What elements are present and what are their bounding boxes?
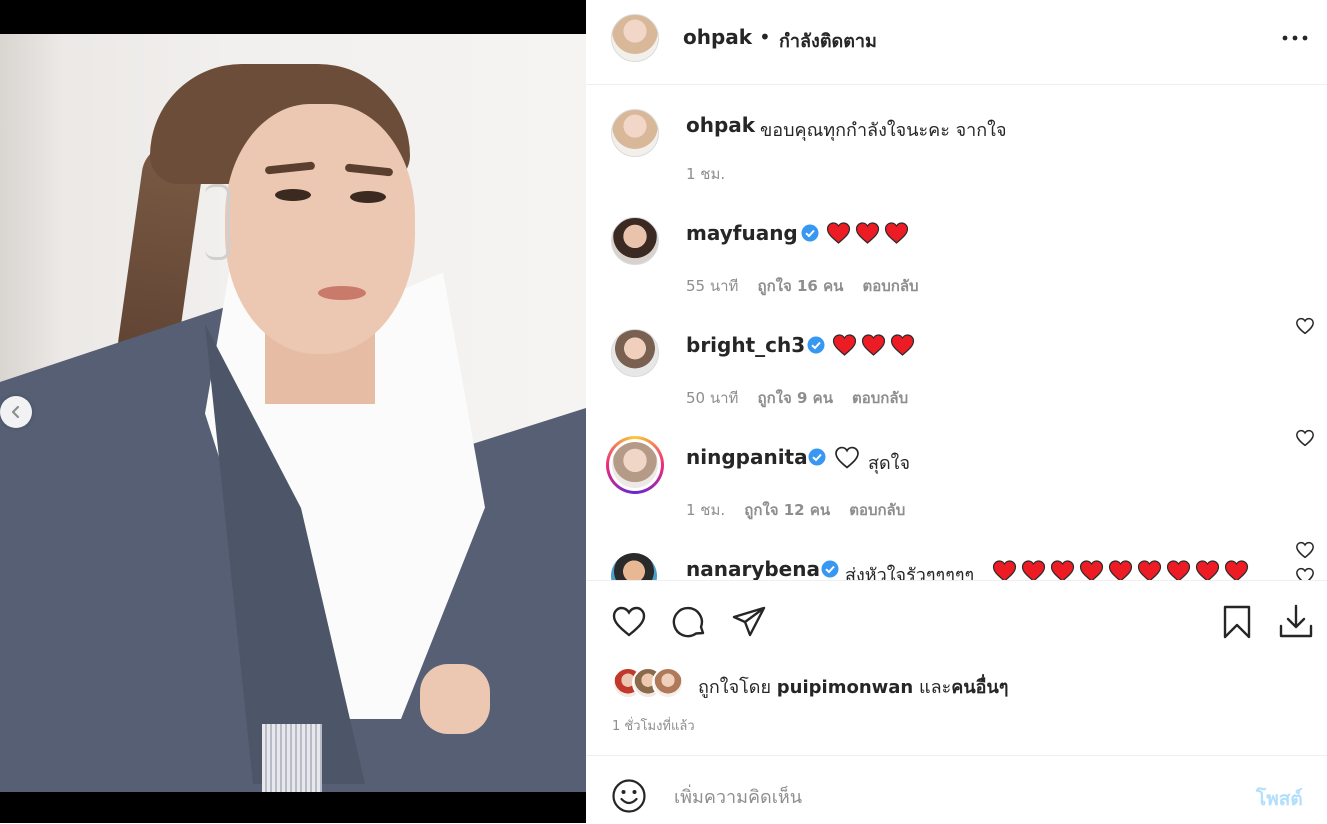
heart-icon[interactable] <box>610 603 648 641</box>
liked-by-avatars[interactable] <box>612 667 692 699</box>
red-heart-icon <box>1050 560 1075 580</box>
red-heart-icon <box>861 334 886 356</box>
liked-by-prefix: ถูกใจโดย <box>698 677 772 698</box>
comment-username[interactable]: ningpanita <box>686 445 808 469</box>
comment-avatar-story[interactable] <box>606 436 664 494</box>
heart-icon[interactable] <box>1295 429 1315 447</box>
comment-input[interactable] <box>672 780 1236 814</box>
comment-meta: 1 ชม. ถูกใจ 12 คน ตอบกลับ <box>686 498 905 522</box>
comment-list[interactable]: ohpak ขอบคุณทุกกำลังใจนะคะ จากใจ 1 ชม. m… <box>586 85 1327 580</box>
liked-by-joiner: และ <box>918 677 952 698</box>
heart-icon[interactable] <box>1295 541 1315 559</box>
red-heart-icon <box>1166 560 1191 580</box>
comment-reply-button[interactable]: ตอบกลับ <box>849 501 905 519</box>
follow-status[interactable]: กำลังติดตาม <box>779 26 877 55</box>
download-icon[interactable] <box>1277 603 1315 641</box>
comment-meta: 55 นาที ถูกใจ 16 คน ตอบกลับ <box>686 274 919 298</box>
comment-text: สุดใจ <box>868 453 911 474</box>
red-heart-icon <box>1079 560 1104 580</box>
post-time[interactable]: 1 ชั่วโมงที่แล้ว <box>612 715 695 736</box>
red-heart-icon <box>1224 560 1249 580</box>
red-heart-icon <box>1021 560 1046 580</box>
author-avatar[interactable] <box>611 14 659 62</box>
comment-text: ส่งหัวใจรัวๆๆๆๆๆ <box>845 565 975 580</box>
red-heart-icon <box>1137 560 1162 580</box>
bookmark-icon[interactable] <box>1218 603 1256 641</box>
more-icon[interactable] <box>1281 28 1309 48</box>
liked-by-user[interactable]: puipimonwan <box>777 677 913 698</box>
post-comment-button[interactable]: โพสต์ <box>1256 784 1303 814</box>
comment-time: 50 นาที <box>686 389 739 407</box>
comment-hearts <box>832 334 915 356</box>
header-separator: • <box>759 25 771 49</box>
red-heart-icon <box>884 222 909 244</box>
post-actions: ถูกใจโดย puipimonwan และคนอื่นๆ 1 ชั่วโม… <box>586 580 1327 756</box>
chevron-left-icon <box>11 405 20 419</box>
caption-time: 1 ชม. <box>686 165 726 183</box>
comment-likes[interactable]: ถูกใจ 16 คน <box>758 277 844 295</box>
liked-by-others[interactable]: คนอื่นๆ <box>951 677 1008 698</box>
comment-reply-button[interactable]: ตอบกลับ <box>852 389 908 407</box>
comment-username[interactable]: mayfuang <box>686 221 798 245</box>
liked-by-text: ถูกใจโดย puipimonwan และคนอื่นๆ <box>698 672 1008 701</box>
post-media <box>0 0 586 823</box>
post-photo <box>0 34 586 792</box>
post-header: ohpak • กำลังติดตาม <box>586 0 1327 85</box>
comment-hearts <box>992 560 1249 580</box>
emoji-icon[interactable] <box>611 778 647 814</box>
heart-icon[interactable] <box>1295 317 1315 335</box>
red-heart-icon <box>992 560 1017 580</box>
comment-reply-button[interactable]: ตอบกลับ <box>862 277 918 295</box>
red-heart-icon <box>855 222 880 244</box>
comment-username[interactable]: bright_ch3 <box>686 333 805 357</box>
verified-icon <box>808 448 826 466</box>
comment-time: 55 นาที <box>686 277 739 295</box>
post-sidebar: ohpak • กำลังติดตาม ohpak ขอบคุณทุกกำลัง… <box>586 0 1327 823</box>
verified-icon <box>801 224 819 242</box>
comment-avatar[interactable] <box>611 553 657 580</box>
comment-avatar[interactable] <box>611 329 659 377</box>
caption-text: ขอบคุณทุกกำลังใจนะคะ จากใจ <box>760 120 1007 141</box>
comment-composer: โพสต์ <box>586 755 1327 824</box>
heart-icon[interactable] <box>1295 567 1315 580</box>
share-icon[interactable] <box>730 603 768 641</box>
liked-avatar <box>652 667 684 699</box>
red-heart-icon <box>1195 560 1220 580</box>
caption-username[interactable]: ohpak <box>686 113 755 137</box>
verified-icon <box>821 560 839 578</box>
red-heart-icon <box>826 222 851 244</box>
comment-username[interactable]: nanarybena <box>686 557 820 580</box>
carousel-prev-button[interactable] <box>0 396 32 428</box>
comment-avatar[interactable] <box>611 217 659 265</box>
comment-hearts <box>826 222 909 244</box>
author-username[interactable]: ohpak <box>683 25 752 49</box>
red-heart-icon <box>832 334 857 356</box>
red-heart-icon <box>890 334 915 356</box>
comment-likes[interactable]: ถูกใจ 9 คน <box>758 389 833 407</box>
red-heart-icon <box>1108 560 1133 580</box>
white-heart-icon <box>835 446 859 469</box>
comment-icon[interactable] <box>670 603 708 641</box>
comment-time: 1 ชม. <box>686 501 726 519</box>
comment-meta: 50 นาที ถูกใจ 9 คน ตอบกลับ <box>686 386 908 410</box>
verified-icon <box>807 336 825 354</box>
comment-likes[interactable]: ถูกใจ 12 คน <box>744 501 830 519</box>
caption-avatar[interactable] <box>611 109 659 157</box>
